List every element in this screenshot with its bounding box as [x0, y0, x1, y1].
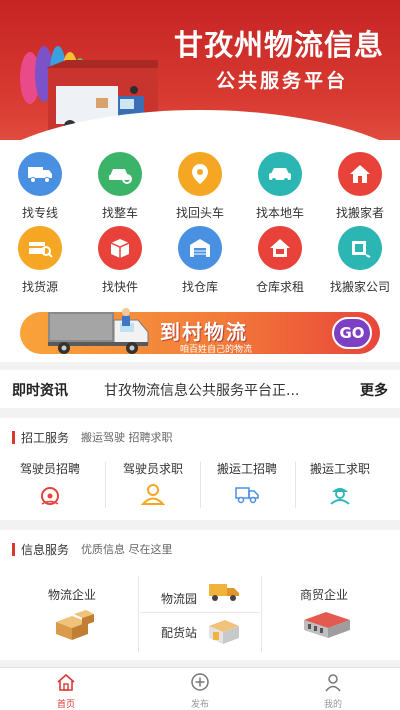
grid-item-moving-company[interactable]: 找搬家公司 [320, 226, 400, 295]
location-pin-icon [178, 152, 222, 196]
app-title: 甘孜州物流信息 [173, 28, 384, 62]
grid-item-express[interactable]: 找快件 [80, 226, 160, 295]
news-heading: 即时资讯 [12, 383, 68, 399]
grid-item-full-truck[interactable]: 找整车 [80, 152, 160, 221]
tab-mine[interactable]: 我的 [303, 672, 363, 710]
delivery-truck-icon [209, 584, 239, 601]
driver-hire-icon [41, 487, 59, 505]
grid-item-find-line[interactable]: 找专线 [0, 152, 80, 221]
promo-title: 到村物流 [160, 320, 248, 344]
grid-label: 找整车 [101, 206, 138, 220]
news-more-link[interactable]: 更多 [360, 380, 388, 400]
driver-job-icon [140, 484, 166, 505]
info-label: 配货站 [161, 626, 198, 640]
info-trade-company[interactable]: 商贸企业 [262, 570, 400, 652]
section-accent-bar [12, 430, 15, 444]
boxes-icon [56, 610, 94, 640]
header-banner: 甘孜州物流信息 公共服务平台 [0, 0, 400, 140]
recruit-porter-job[interactable]: 搬运工求职 [290, 460, 390, 510]
grid-item-return-truck[interactable]: 找回头车 [160, 152, 240, 221]
grid-item-mover[interactable]: 找搬家者 [320, 152, 400, 221]
grid-label: 找搬家公司 [329, 280, 390, 294]
news-bar: 即时资讯 甘孜物流信息公共服务平台正... 更多 [0, 370, 400, 408]
delivery-truck-icon [48, 308, 149, 354]
car-search-icon [98, 152, 142, 196]
grid-label: 找搬家者 [335, 206, 384, 220]
recruit-label: 驾驶员招聘 [19, 462, 80, 476]
info-section: 信息服务 优质信息 尽在这里 物流企业 物流园 配货站 商贸企业 [0, 530, 400, 660]
recruit-driver-job[interactable]: 驾驶员求职 [103, 460, 203, 510]
promo-subtitle: 咱百姓自己的物流 [180, 345, 253, 355]
bottom-tab-bar: 首页 发布 我的 [0, 667, 400, 710]
grid-label: 找回头车 [175, 206, 224, 220]
grid-label: 找仓库 [181, 280, 218, 294]
section-accent-bar [12, 542, 15, 556]
app-subtitle: 公共服务平台 [215, 70, 348, 92]
grid-label: 找专线 [21, 206, 58, 220]
info-distribution-station[interactable]: 配货站 [139, 612, 261, 654]
recruit-header: 招工服务 搬运驾驶 招聘求职 [12, 430, 173, 445]
user-icon [325, 674, 341, 692]
porter-hire-icon [235, 487, 259, 504]
cargo-search-icon [18, 226, 62, 270]
info-title: 信息服务 [21, 542, 70, 557]
service-grid: 找专线 找整车 找回头车 找本地车 找搬家者 找货源 找快件 找仓库 仓库求租 … [0, 140, 400, 300]
grid-label: 找本地车 [255, 206, 304, 220]
grid-item-find-cargo[interactable]: 找货源 [0, 226, 80, 295]
info-label: 物流园 [161, 592, 198, 606]
tab-home[interactable]: 首页 [36, 672, 96, 710]
recruit-hint: 搬运驾驶 招聘求职 [81, 431, 173, 444]
recruit-section: 招工服务 搬运驾驶 招聘求职 驾驶员招聘 驾驶员求职 搬运工招聘 搬运工求职 [0, 418, 400, 520]
porter-job-icon [330, 488, 350, 505]
home-rent-icon [258, 226, 302, 270]
recruit-title: 招工服务 [21, 430, 70, 445]
home-icon [57, 673, 75, 691]
tab-label: 发布 [190, 700, 209, 710]
recruit-porter-hire[interactable]: 搬运工招聘 [197, 460, 297, 510]
info-header: 信息服务 优质信息 尽在这里 [12, 542, 173, 557]
plus-circle-icon [191, 673, 209, 691]
moving-company-icon [338, 226, 382, 270]
info-hint: 优质信息 尽在这里 [81, 543, 173, 556]
tab-label: 我的 [323, 700, 342, 710]
car-icon [258, 152, 302, 196]
promo-section: 到村物流 咱百姓自己的物流 GO [0, 300, 400, 362]
recruit-label: 搬运工求职 [309, 462, 370, 476]
grid-item-warehouse-rent[interactable]: 仓库求租 [240, 226, 320, 295]
warehouse-icon [178, 226, 222, 270]
info-label: 商贸企业 [300, 588, 349, 602]
package-icon [98, 226, 142, 270]
tab-label: 首页 [56, 700, 75, 710]
info-label: 物流企业 [48, 588, 97, 602]
grid-label: 仓库求租 [255, 280, 304, 294]
recruit-label: 驾驶员求职 [122, 462, 183, 476]
grid-label: 找快件 [101, 280, 138, 294]
trade-building-icon [304, 612, 350, 638]
promo-go-button[interactable]: GO [332, 317, 372, 349]
news-headline[interactable]: 甘孜物流信息公共服务平台正... [104, 380, 314, 400]
grid-label: 找货源 [21, 280, 58, 294]
info-logistics-company[interactable]: 物流企业 [0, 570, 138, 652]
promo-banner[interactable]: 到村物流 咱百姓自己的物流 GO [20, 308, 380, 355]
tab-publish[interactable]: 发布 [170, 672, 230, 710]
grid-item-warehouse[interactable]: 找仓库 [160, 226, 240, 295]
grid-item-local-car[interactable]: 找本地车 [240, 152, 320, 221]
truck-icon [18, 152, 62, 196]
distribution-station-icon [209, 620, 239, 644]
recruit-driver-hire[interactable]: 驾驶员招聘 [0, 460, 100, 510]
house-icon [338, 152, 382, 196]
info-logistics-park[interactable]: 物流园 [139, 570, 261, 610]
recruit-label: 搬运工招聘 [216, 462, 277, 476]
